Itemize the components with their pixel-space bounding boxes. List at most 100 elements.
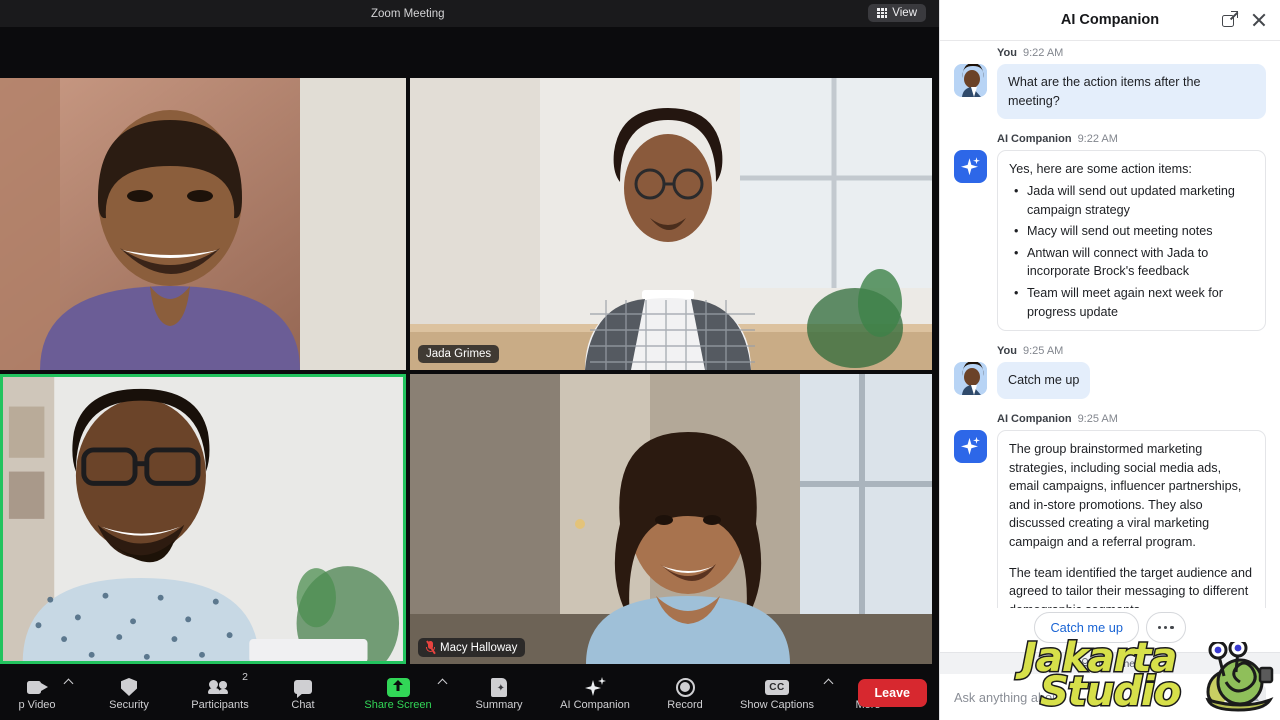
message-time: 9:25 AM xyxy=(1022,345,1064,358)
video-camera-icon xyxy=(26,677,48,697)
toolbar-label: p Video xyxy=(18,699,56,711)
message-time: 9:25 AM xyxy=(1077,412,1118,425)
toolbar-label: Security xyxy=(109,699,149,711)
message-bubble: The group brainstormed marketing strateg… xyxy=(997,429,1266,608)
participant-name-badge: Jada Grimes xyxy=(418,345,500,363)
message-time: 9:22 AM xyxy=(1077,133,1118,146)
message-text: The group brainstormed marketing strateg… xyxy=(1009,441,1242,549)
toolbar-item-chat[interactable]: Chat xyxy=(282,668,324,720)
captions-options-chevron-icon[interactable] xyxy=(823,678,834,689)
participant-name-badge: Macy Halloway xyxy=(418,638,526,657)
share-screen-icon xyxy=(386,677,410,697)
view-button[interactable]: View xyxy=(868,4,926,22)
composer[interactable]: Ask anything abou xyxy=(940,674,1280,720)
video-tile[interactable]: Jada Grimes xyxy=(410,78,932,370)
action-item: Antwan will connect with Jada to incorpo… xyxy=(1009,244,1254,281)
message-meta: You 9:22 AM xyxy=(997,47,1266,59)
record-circle-icon xyxy=(675,677,695,697)
message-meta: AI Companion 9:25 AM xyxy=(997,413,1266,425)
participant-name: Jada Grimes xyxy=(426,348,492,360)
chat-bubble-icon xyxy=(294,677,312,698)
ellipsis-icon xyxy=(1158,625,1174,630)
toolbar-item-show-captions[interactable]: CC Show Captions xyxy=(732,668,834,720)
summary-doc-icon: ✦ xyxy=(491,677,507,697)
message-sender: AI Companion xyxy=(997,133,1072,146)
message-item: AI Companion 9:25 AM The group brainstorm… xyxy=(954,413,1266,608)
message-body: AI Companion 9:22 AM Yes, here are some a… xyxy=(997,133,1266,332)
message-item: AI Companion 9:22 AM Yes, here are some a… xyxy=(954,133,1266,332)
message-body: You 9:25 AM Catch me up xyxy=(997,345,1266,399)
toolbar-item-participants[interactable]: 2 Participants xyxy=(180,668,260,720)
ai-avatar xyxy=(954,429,987,463)
meeting-toolbar: p Video Security 2 Participants Chat Sha… xyxy=(0,668,939,720)
privacy-status-bar: No other xyxy=(940,652,1280,674)
cc-icon: CC xyxy=(765,677,789,697)
message-bubble: What are the action items after the meet… xyxy=(997,64,1266,120)
toolbar-label: Summary xyxy=(475,699,523,711)
avatar xyxy=(954,362,987,396)
leave-button[interactable]: Leave xyxy=(857,679,927,707)
toolbar-label: AI Companion xyxy=(560,699,630,711)
video-options-chevron-icon[interactable] xyxy=(63,678,74,689)
message-thread[interactable]: You 9:22 AM What are the action items aft… xyxy=(940,41,1280,608)
participant-video xyxy=(410,78,932,370)
participant-video xyxy=(3,377,403,661)
toolbar-label: Participants xyxy=(191,699,249,711)
suggestion-chip-catch-me-up[interactable]: Catch me up xyxy=(1034,612,1139,643)
send-icon[interactable] xyxy=(1242,685,1266,709)
toolbar-label: Share Screen xyxy=(364,699,432,711)
window-title: Zoom Meeting xyxy=(371,7,445,20)
zoom-meeting-window: Zoom Meeting View Jada Grimes Macy Hallo… xyxy=(0,0,1280,720)
muted-microphone-icon xyxy=(425,640,435,655)
toolbar-item-share-screen[interactable]: Share Screen xyxy=(356,668,448,720)
participant-video xyxy=(410,374,932,664)
privacy-note: No other xyxy=(1098,657,1139,670)
action-items-list: Jada will send out updated marketing cam… xyxy=(1009,182,1254,321)
user-avatar-image xyxy=(954,362,987,396)
message-text: Yes, here are some action items: xyxy=(1009,162,1192,177)
message-sender: You xyxy=(997,345,1017,358)
video-tile[interactable] xyxy=(0,78,406,370)
message-bubble: Catch me up xyxy=(997,362,1091,399)
toolbar-item-security[interactable]: Security xyxy=(98,668,160,720)
action-item: Jada will send out updated marketing cam… xyxy=(1009,182,1254,219)
video-grid: Jada Grimes Macy Halloway xyxy=(0,78,939,668)
action-item: Team will meet again next week for progr… xyxy=(1009,284,1254,321)
avatar xyxy=(954,64,987,97)
pop-out-icon[interactable] xyxy=(1222,11,1238,27)
sparkle-small-icon xyxy=(973,157,980,165)
share-options-chevron-icon[interactable] xyxy=(437,678,448,689)
message-meta: AI Companion 9:22 AM xyxy=(997,133,1266,145)
panel-title: AI Companion xyxy=(1060,12,1160,28)
toolbar-item-record[interactable]: Record xyxy=(660,668,710,720)
toolbar-item-summary[interactable]: ✦ Summary xyxy=(466,668,532,720)
video-tile-active-speaker[interactable] xyxy=(0,374,406,664)
sparkle-small-icon xyxy=(973,436,980,444)
message-time: 9:22 AM xyxy=(1022,47,1064,59)
toolbar-label: Chat xyxy=(291,699,315,711)
toolbar-label: Record xyxy=(667,699,703,711)
view-button-label: View xyxy=(892,7,917,19)
message-body: You 9:22 AM What are the action items aft… xyxy=(997,47,1266,120)
participant-name: Macy Halloway xyxy=(440,641,518,654)
composer-placeholder: Ask anything abou xyxy=(954,689,1060,705)
close-icon[interactable] xyxy=(1251,12,1266,27)
person-privacy-icon xyxy=(1081,658,1094,669)
toolbar-item-stop-video[interactable]: p Video xyxy=(0,668,74,720)
toolbar-item-ai-companion[interactable]: AI Companion xyxy=(552,668,638,720)
message-text: The team identified the target audience … xyxy=(1009,565,1252,608)
participant-video xyxy=(0,78,406,370)
message-item: You 9:25 AM Catch me up xyxy=(954,345,1266,399)
message-bubble: Yes, here are some action items: Jada wi… xyxy=(997,150,1266,332)
ai-companion-panel: AI Companion You 9:22 AM What are the ac… xyxy=(939,0,1280,720)
shield-icon xyxy=(121,677,137,697)
participants-count: 2 xyxy=(242,671,248,683)
meeting-area: Zoom Meeting View Jada Grimes Macy Hallo… xyxy=(0,0,939,720)
message-item: You 9:22 AM What are the action items aft… xyxy=(954,47,1266,120)
video-tile[interactable]: Macy Halloway xyxy=(410,374,932,664)
message-meta: You 9:25 AM xyxy=(997,345,1266,357)
message-body: AI Companion 9:25 AM The group brainstorm… xyxy=(997,413,1266,608)
more-suggestions-button[interactable] xyxy=(1146,612,1186,643)
action-item: Macy will send out meeting notes xyxy=(1009,222,1254,241)
panel-header: AI Companion xyxy=(940,0,1280,41)
